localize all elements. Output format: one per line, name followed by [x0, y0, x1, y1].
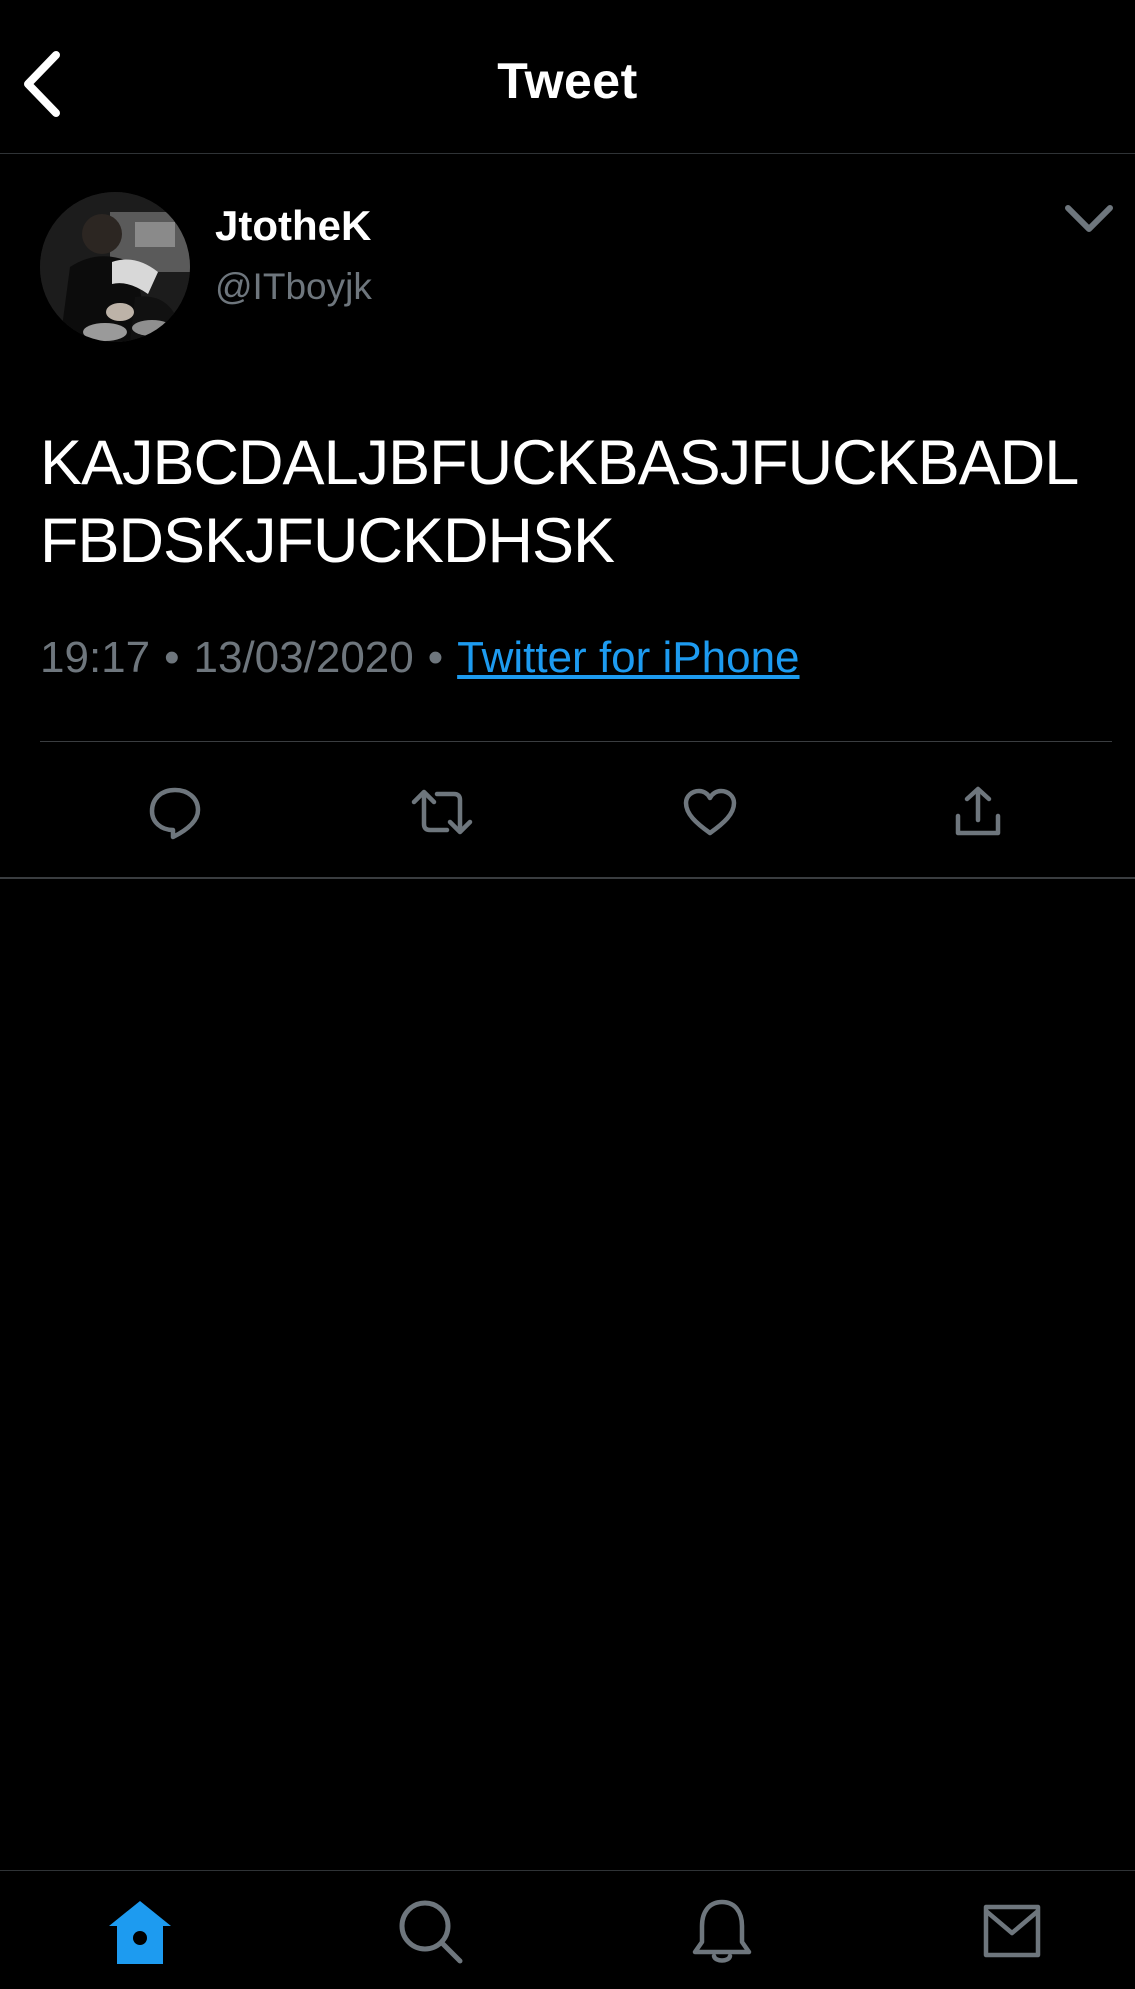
- tab-notifications[interactable]: [682, 1891, 762, 1971]
- meta-separator: •: [164, 633, 180, 682]
- search-icon: [399, 1900, 463, 1964]
- reply-button[interactable]: [140, 782, 210, 842]
- messages-icon: [983, 1904, 1041, 1958]
- tweet-menu-button[interactable]: [1058, 192, 1120, 244]
- tweet-time: 19:17: [40, 633, 151, 682]
- top-bar: Tweet: [0, 0, 1135, 154]
- home-icon: [109, 1901, 171, 1964]
- bottom-tab-bar: [0, 1870, 1135, 1989]
- share-button[interactable]: [943, 782, 1013, 842]
- avatar[interactable]: [40, 192, 190, 342]
- tweet-date: 13/03/2020: [193, 633, 414, 682]
- avatar-photo: [40, 192, 190, 342]
- tab-messages[interactable]: [972, 1891, 1052, 1971]
- retweet-button[interactable]: [407, 782, 477, 842]
- notifications-icon: [692, 1899, 752, 1963]
- share-icon: [955, 786, 1001, 836]
- meta-separator: •: [427, 633, 444, 682]
- tab-home[interactable]: [100, 1891, 180, 1971]
- chevron-down-icon: [1065, 205, 1113, 232]
- like-icon: [683, 788, 737, 836]
- tweet-meta: 19:17 • 13/03/2020 • Twitter for iPhone: [40, 633, 800, 683]
- tweet-source-link[interactable]: Twitter for iPhone: [457, 633, 799, 682]
- retweet-icon: [411, 789, 473, 835]
- tweet-actions: [0, 742, 1135, 879]
- tab-search[interactable]: [390, 1891, 470, 1971]
- like-button[interactable]: [675, 782, 745, 842]
- page-title: Tweet: [497, 53, 638, 109]
- reply-icon: [149, 787, 201, 840]
- author-name[interactable]: JtotheK: [215, 202, 371, 250]
- author-handle[interactable]: @ITboyjk: [215, 266, 372, 308]
- tweet-text: KAJBCDALJBFUCKBASJFUCKBADLFBDSKJFUCKDHSK: [40, 428, 1079, 576]
